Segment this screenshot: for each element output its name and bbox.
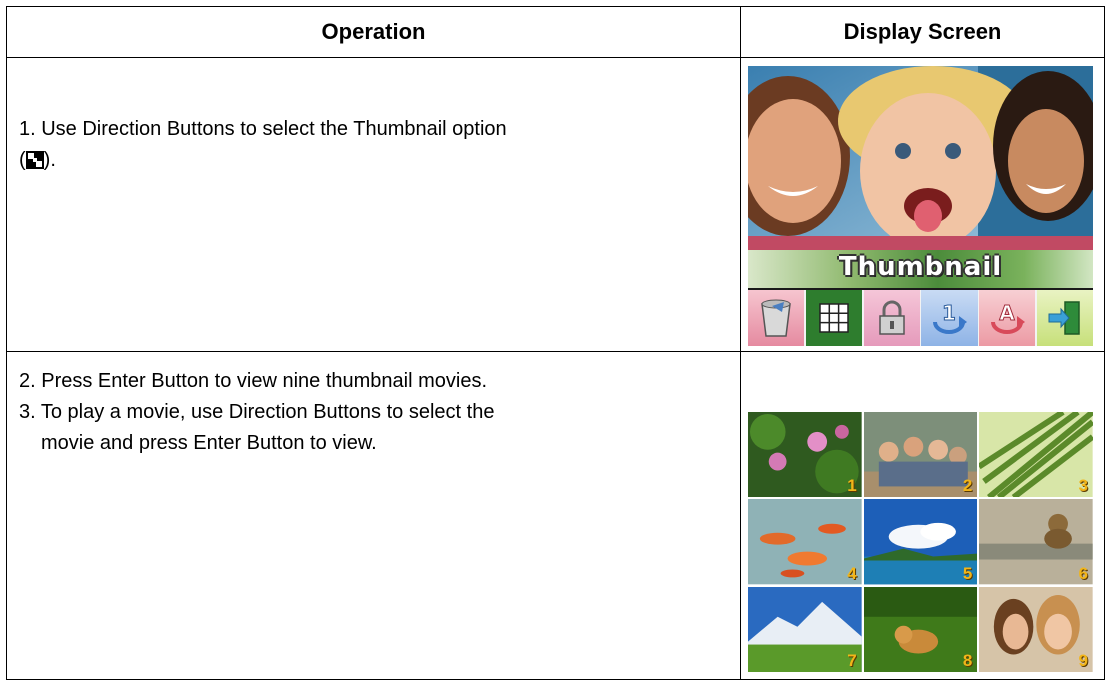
operation-cell-1: 1. Use Direction Buttons to select the T… [6, 57, 741, 352]
svg-text:A: A [999, 301, 1015, 325]
operation-cell-2: 2. Press Enter Button to view nine thumb… [6, 351, 741, 680]
thumbnail-number: 7 [847, 651, 857, 670]
thumbnail-number: 2 [962, 476, 973, 496]
svg-text:1: 1 [942, 301, 956, 325]
header-display-screen: Display Screen [740, 6, 1105, 58]
thumbnail-number: 5 [962, 563, 973, 583]
thumbnail-number: 3 [1078, 476, 1088, 496]
thumbnail-number: 4 [847, 563, 857, 583]
thumbnail-9[interactable]: 9 [979, 586, 1093, 672]
thumbnail-6[interactable]: 6 [979, 499, 1093, 585]
smiling-faces-photo [748, 66, 1093, 250]
exit-door-icon[interactable] [1036, 290, 1093, 346]
display-cell-1: Thumbnail 1 A [740, 57, 1105, 352]
thumbnail-number: 1 [847, 476, 857, 496]
operation-table: Operation Display Screen 1. Use Directio… [6, 6, 1105, 680]
thumbnail-1[interactable]: 1 [748, 412, 862, 498]
thumbnail-option-icon [25, 148, 44, 169]
thumbnail-4[interactable]: 4 [748, 499, 862, 585]
menu-icon-bar: 1 A [748, 290, 1093, 346]
close-paren: ). [43, 149, 56, 171]
step-3-line-1: 3. To play a movie, use Direction Button… [19, 401, 495, 423]
header-operation: Operation [6, 6, 741, 58]
camera-menu-screen: Thumbnail 1 A [748, 66, 1093, 346]
step-2: 2. Press Enter Button to view nine thumb… [19, 370, 488, 392]
thumbnail-number: 8 [962, 651, 973, 670]
open-paren: ( [19, 149, 26, 171]
thumbnail-8[interactable]: 8 [863, 586, 978, 672]
thumbnail-2[interactable]: 2 [863, 412, 978, 498]
thumbnail-grid-icon[interactable] [805, 290, 862, 346]
trash-icon[interactable] [748, 290, 805, 346]
steps-2-3: 2. Press Enter Button to view nine thumb… [19, 366, 740, 459]
thumbnail-number: 9 [1078, 651, 1088, 670]
step-1-text: 1. Use Direction Buttons to select the T… [19, 118, 507, 140]
step-1: 1. Use Direction Buttons to select the T… [19, 114, 669, 176]
lock-icon[interactable] [863, 290, 920, 346]
thumbnail-3[interactable]: 3 [979, 412, 1093, 498]
thumbnail-grid-screen: 1 2 3 4 5 6 7 8 9 [748, 412, 1093, 672]
rotate-1-icon[interactable]: 1 [921, 290, 978, 346]
menu-label: Thumbnail [838, 252, 1003, 282]
thumbnail-7[interactable]: 7 [748, 586, 862, 672]
step-3-line-2: movie and press Enter Button to view. [41, 432, 377, 454]
thumbnail-5[interactable]: 5 [863, 499, 978, 585]
display-cell-2: 1 2 3 4 5 6 7 8 9 [740, 351, 1105, 680]
rotate-a-icon[interactable]: A [979, 290, 1036, 346]
thumbnail-number: 6 [1078, 563, 1088, 583]
